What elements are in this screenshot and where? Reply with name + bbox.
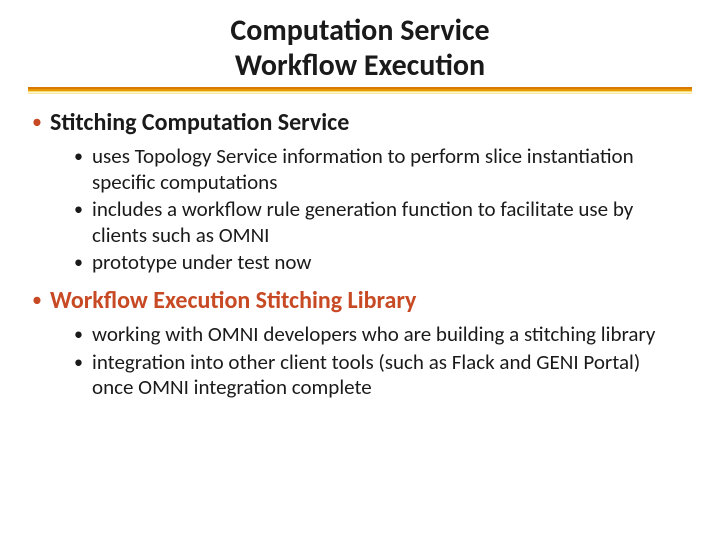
slide-title: Computation Service Workflow Execution (20, 14, 700, 83)
item-heading: Workflow Execution Stitching Library (50, 286, 694, 316)
list-item: Stitching Computation Service uses Topol… (28, 108, 694, 276)
sub-item: prototype under test now (72, 250, 686, 276)
title-divider (28, 87, 692, 94)
sub-item: includes a workflow rule generation func… (72, 197, 686, 248)
sub-list: working with OMNI developers who are bui… (50, 322, 694, 401)
title-line-2: Workflow Execution (20, 49, 700, 84)
slide: Computation Service Workflow Execution S… (0, 0, 720, 540)
sub-list: uses Topology Service information to per… (50, 144, 694, 276)
list-item: Workflow Execution Stitching Library wor… (28, 286, 694, 401)
item-heading: Stitching Computation Service (50, 108, 694, 138)
sub-item: integration into other client tools (suc… (72, 350, 686, 401)
title-line-1: Computation Service (20, 14, 700, 49)
body-list: Stitching Computation Service uses Topol… (20, 108, 700, 401)
sub-item: uses Topology Service information to per… (72, 144, 686, 195)
sub-item: working with OMNI developers who are bui… (72, 322, 686, 348)
